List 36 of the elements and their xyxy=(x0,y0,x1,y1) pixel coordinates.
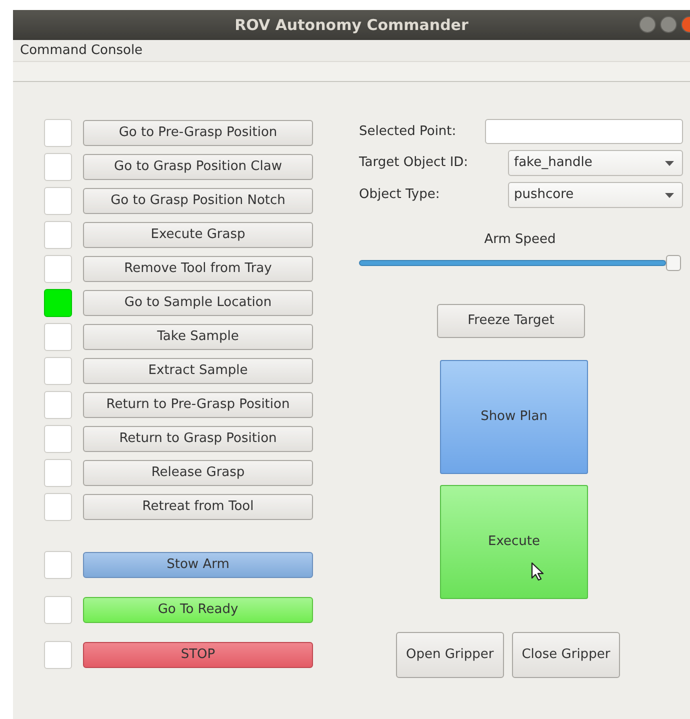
command-button[interactable]: Return to Pre-Grasp Position xyxy=(83,392,313,418)
maximize-button[interactable] xyxy=(660,16,677,33)
menu-item[interactable]: Command Console xyxy=(20,40,143,61)
arm-speed-slider[interactable] xyxy=(359,254,681,270)
command-button[interactable]: Extract Sample xyxy=(83,358,313,384)
minimize-button[interactable] xyxy=(639,16,656,33)
slider-thumb[interactable] xyxy=(666,254,681,270)
command-button[interactable]: Go to Grasp Position Claw xyxy=(83,154,313,180)
command-button[interactable]: Go to Grasp Position Notch xyxy=(83,188,313,214)
field-label: Target Object ID: xyxy=(359,154,468,172)
slider-label: Arm Speed xyxy=(483,231,557,249)
gripper-button[interactable]: Open Gripper xyxy=(396,632,504,678)
command-button[interactable]: Go to Pre-Grasp Position xyxy=(83,120,313,146)
gripper-button[interactable]: Close Gripper xyxy=(512,632,620,678)
show-plan-button[interactable]: Show Plan xyxy=(440,360,588,474)
command-button[interactable]: Go To Ready xyxy=(83,597,313,623)
mouse-pointer-icon xyxy=(531,562,544,580)
command-button[interactable]: Return to Grasp Position xyxy=(83,426,313,452)
freeze-target-button[interactable]: Freeze Target xyxy=(437,304,585,338)
command-button[interactable]: Retreat from Tool xyxy=(83,494,313,520)
command-button[interactable]: Remove Tool from Tray xyxy=(83,256,313,282)
command-button[interactable]: Go to Sample Location xyxy=(83,290,313,316)
command-button[interactable]: STOP xyxy=(83,642,313,668)
command-button[interactable]: Execute Grasp xyxy=(83,222,313,248)
command-button[interactable]: Take Sample xyxy=(83,324,313,350)
dropdown[interactable]: fake_handle xyxy=(508,150,683,176)
caret-icon xyxy=(665,160,674,166)
selected-point-field[interactable] xyxy=(485,119,683,144)
execute-button[interactable]: Execute xyxy=(440,484,588,598)
field-label: Object Type: xyxy=(359,186,440,204)
command-button[interactable]: Stow Arm xyxy=(83,552,313,578)
caret-icon xyxy=(665,192,674,198)
dropdown[interactable]: pushcore xyxy=(508,182,683,208)
field-label: Selected Point: xyxy=(359,122,456,141)
window-title: ROV Autonomy Commander xyxy=(234,15,468,36)
command-button[interactable]: Release Grasp xyxy=(83,460,313,486)
